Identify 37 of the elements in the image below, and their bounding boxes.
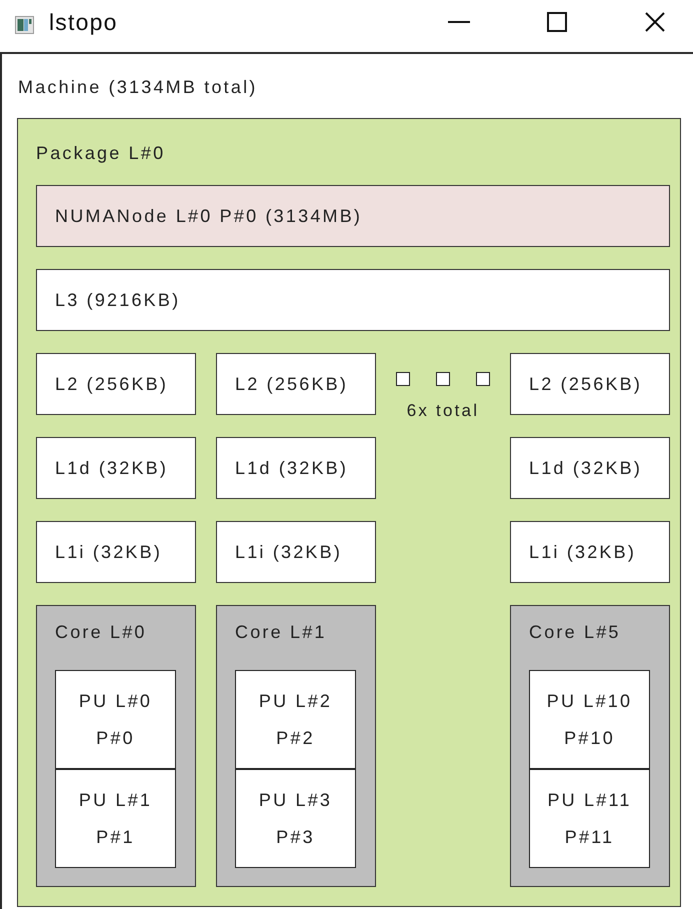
pu-physical-index: P#11 — [564, 827, 614, 847]
square-icon — [396, 372, 410, 386]
machine-label: Machine (3134MB total) — [18, 77, 258, 97]
pu-physical-index: P#3 — [276, 827, 315, 847]
core-label: Core L#5 — [529, 622, 621, 642]
l1i-cache: L1i (32KB) — [510, 521, 670, 583]
pu-label: PU L#11 — [547, 790, 632, 810]
pu-label: PU L#0 — [78, 691, 152, 711]
pu-label: PU L#1 — [78, 790, 152, 810]
pu-label: PU L#2 — [258, 691, 332, 711]
l1i-cache: L1i (32KB) — [36, 521, 196, 583]
app-icon — [15, 16, 34, 34]
l1d-cache: L1d (32KB) — [510, 437, 670, 499]
core-label: Core L#1 — [235, 622, 327, 642]
pu-physical-index: P#0 — [96, 728, 135, 748]
maximize-icon — [547, 12, 567, 32]
l1i-cache: L1i (32KB) — [216, 521, 376, 583]
package-label: Package L#0 — [36, 143, 166, 163]
l2-cache: L2 (256KB) — [36, 353, 196, 415]
collapsed-count-label: 6x total — [406, 401, 480, 421]
square-icon — [436, 372, 450, 386]
l1d-cache: L1d (32KB) — [216, 437, 376, 499]
pu-physical-index: P#1 — [96, 827, 135, 847]
core-label: Core L#0 — [55, 622, 147, 642]
l1d-cache: L1d (32KB) — [36, 437, 196, 499]
l2-cache: L2 (256KB) — [510, 353, 670, 415]
close-icon — [645, 12, 665, 32]
l2-cache: L2 (256KB) — [216, 353, 376, 415]
l3-cache: L3 (9216KB) — [36, 269, 670, 331]
pu-physical-index: P#10 — [564, 728, 615, 748]
pu-label: PU L#3 — [258, 790, 332, 810]
minimize-icon — [448, 21, 470, 23]
pu-physical-index: P#2 — [276, 728, 315, 748]
numa-node: NUMANode L#0 P#0 (3134MB) — [36, 185, 670, 247]
pu-label: PU L#10 — [546, 691, 632, 711]
square-icon — [476, 372, 490, 386]
window-title: lstopo — [49, 8, 118, 36]
